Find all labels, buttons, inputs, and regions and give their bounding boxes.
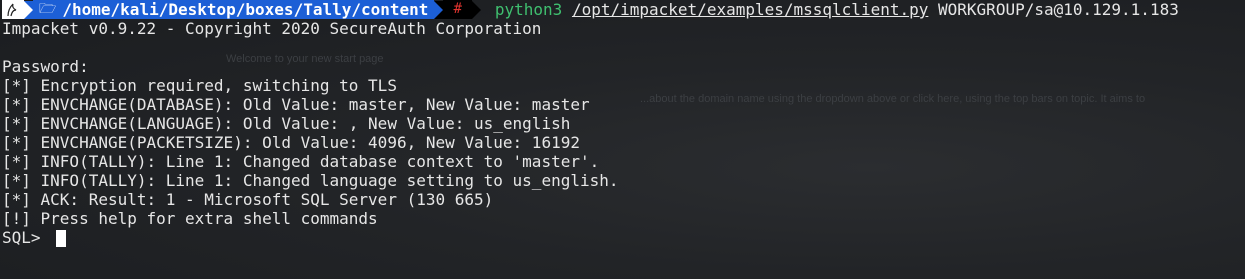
folder-icon: 🗁 — [39, 1, 57, 17]
output-line: [*] INFO(TALLY): Line 1: Changed databas… — [2, 152, 600, 171]
script-path: /opt/impacket/examples/mssqlclient.py — [571, 0, 929, 19]
command-argument: WORKGROUP/sa@10.129.1.183 — [938, 0, 1179, 19]
terminal-window[interactable]: Welcome to your new start page ...about … — [0, 0, 1245, 279]
segment-separator — [434, 0, 444, 19]
segment-separator — [471, 0, 481, 19]
output-line: [*] ENVCHANGE(LANGUAGE): Old Value: , Ne… — [2, 114, 571, 133]
kali-logo-icon — [2, 0, 24, 19]
output-line: Impacket v0.9.22 - Copyright 2020 Secure… — [2, 19, 542, 38]
segment-separator — [24, 0, 33, 19]
path-current: content — [361, 0, 429, 19]
output-line: [*] INFO(TALLY): Line 1: Changed languag… — [2, 171, 619, 190]
output-line: [*] ENVCHANGE(DATABASE): Old Value: mast… — [2, 95, 590, 114]
command-name: python3 — [494, 0, 563, 19]
output-line: [*] ACK: Result: 1 - Microsoft SQL Serve… — [2, 190, 494, 209]
sql-prompt: SQL> — [2, 228, 51, 247]
output-line: [*] Encryption required, switching to TL… — [2, 76, 397, 95]
status-indicator: # — [443, 0, 472, 19]
shell-prompt: 🗁/home/kali/Desktop/boxes/Tally/content … — [2, 0, 1245, 19]
output-line: [*] ENVCHANGE(PACKETSIZE): Old Value: 40… — [2, 133, 580, 152]
output-line: Password: — [2, 57, 89, 76]
sql-input-line[interactable]: SQL> — [2, 228, 1245, 247]
output-line: [!] Press help for extra shell commands — [2, 209, 378, 228]
path-segment: 🗁 /home/kali/Desktop/boxes/Tally/content — [33, 0, 435, 19]
terminal-output: 🗁/home/kali/Desktop/boxes/Tally/content … — [2, 0, 1245, 247]
text-cursor[interactable] — [56, 230, 67, 247]
path-prefix: /home/kali/Desktop/boxes/Tally/ — [62, 0, 361, 19]
